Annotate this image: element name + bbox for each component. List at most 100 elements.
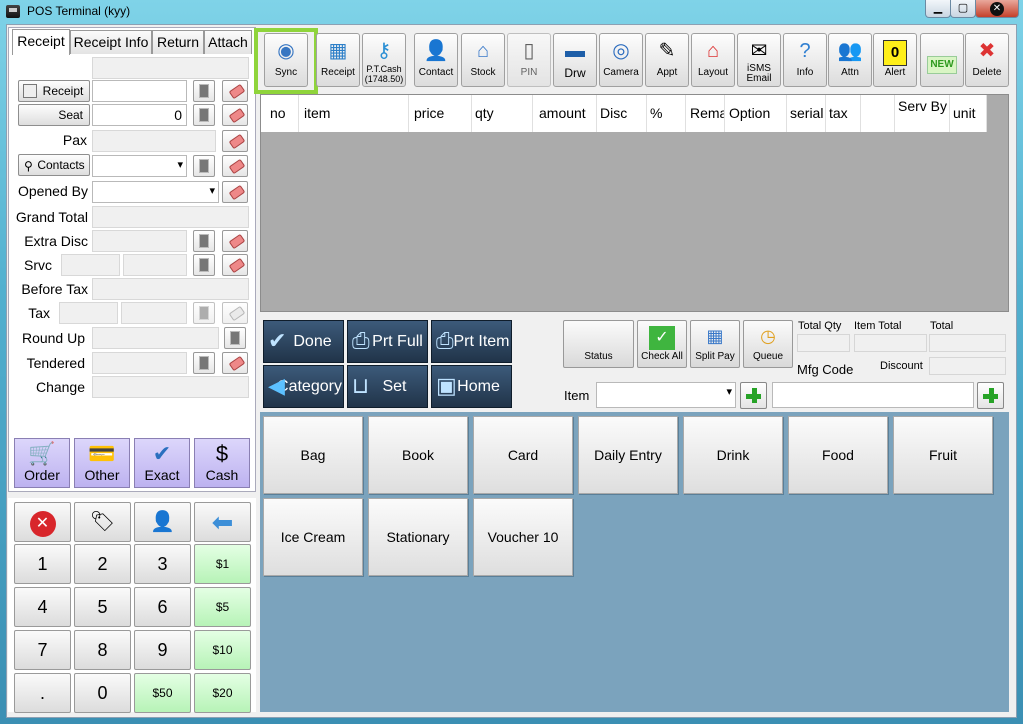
screen-icon[interactable] xyxy=(224,327,246,349)
pax-clear-button[interactable] xyxy=(222,130,248,152)
col-tax[interactable]: tax xyxy=(826,95,861,132)
contact-button[interactable]: 👤 Contact xyxy=(414,33,458,87)
category-button[interactable]: ◀ Category xyxy=(263,365,344,408)
seat-button[interactable]: Seat xyxy=(18,104,90,126)
sync-button[interactable]: ◉ Sync xyxy=(264,33,308,87)
category-card[interactable]: Card xyxy=(473,416,573,494)
exact-button[interactable]: ✔ Exact xyxy=(134,438,190,488)
contact-card-icon[interactable] xyxy=(193,155,215,177)
alert-button[interactable]: 0 Alert xyxy=(873,33,917,87)
receipt-search-button[interactable] xyxy=(193,80,215,102)
seat-stepper[interactable]: 0 xyxy=(92,104,187,126)
money-key-1[interactable]: $1 xyxy=(194,544,251,584)
status-button[interactable]: Status xyxy=(563,320,634,368)
col-item[interactable]: item xyxy=(299,95,409,132)
pin-button[interactable]: ▯ PIN xyxy=(507,33,551,87)
category-ice-cream[interactable]: Ice Cream xyxy=(263,498,363,576)
delete-button[interactable]: ✖ Delete xyxy=(965,33,1009,87)
item-dropdown[interactable] xyxy=(596,382,736,408)
camera-button[interactable]: ◎ Camera xyxy=(599,33,643,87)
extra-disc-clear-button[interactable] xyxy=(222,230,248,252)
col-serial[interactable]: serial xyxy=(787,95,826,132)
opened-by-dropdown[interactable] xyxy=(92,181,219,203)
tendered-clear-button[interactable] xyxy=(222,352,248,374)
tendered-field[interactable] xyxy=(92,352,187,374)
col-price[interactable]: price xyxy=(409,95,472,132)
key-dot[interactable]: . xyxy=(14,673,71,713)
col-disc[interactable]: Disc xyxy=(597,95,647,132)
col-blank[interactable] xyxy=(861,95,895,132)
col-unit[interactable]: unit xyxy=(950,95,987,132)
srvc-clear-button[interactable] xyxy=(222,254,248,276)
opened-by-clear-button[interactable] xyxy=(222,181,248,203)
print-full-button[interactable]: ⎙ Prt Full xyxy=(347,320,428,363)
seat-clear-button[interactable] xyxy=(222,104,248,126)
backspace-key[interactable]: ⬅ xyxy=(194,502,251,542)
pax-field[interactable] xyxy=(92,130,216,152)
stock-button[interactable]: ⌂ Stock xyxy=(461,33,505,87)
order-button[interactable]: 🛒 Order xyxy=(14,438,70,488)
add-item-button[interactable] xyxy=(740,382,767,409)
info-button[interactable]: ? Info xyxy=(783,33,827,87)
print-item-button[interactable]: ⎙ Prt Item xyxy=(431,320,512,363)
money-key-20[interactable]: $20 xyxy=(194,673,251,713)
key-4[interactable]: 4 xyxy=(14,587,71,627)
petty-cash-button[interactable]: ⚷ P.T.Cash (1748.50) xyxy=(362,33,406,87)
appointment-button[interactable]: ✎ Appt xyxy=(645,33,689,87)
key-7[interactable]: 7 xyxy=(14,630,71,670)
calculator-icon[interactable] xyxy=(193,352,215,374)
key-1[interactable]: 1 xyxy=(14,544,71,584)
contacts-button[interactable]: ⚲ Contacts xyxy=(18,154,90,176)
set-button[interactable]: ⊔ Set xyxy=(347,365,428,408)
category-daily-entry[interactable]: Daily Entry xyxy=(578,416,678,494)
tab-receipt[interactable]: Receipt xyxy=(12,29,70,55)
col-qty[interactable]: qty xyxy=(472,95,533,132)
category-stationary[interactable]: Stationary xyxy=(368,498,468,576)
key-0[interactable]: 0 xyxy=(74,673,131,713)
table-icon[interactable] xyxy=(193,104,215,126)
cancel-key[interactable]: ✕ xyxy=(14,502,71,542)
col-amount[interactable]: amount xyxy=(533,95,597,132)
col-serv-by[interactable]: Serv By xyxy=(895,95,950,132)
drawer-button[interactable]: ▬ Drw xyxy=(553,33,597,87)
calculator-icon[interactable] xyxy=(193,230,215,252)
price-tag-key[interactable]: 🏷 xyxy=(74,502,131,542)
key-5[interactable]: 5 xyxy=(74,587,131,627)
tab-attach[interactable]: Attach xyxy=(204,30,252,54)
close-button[interactable]: ✕ xyxy=(975,0,1019,18)
col-option[interactable]: Option xyxy=(725,95,787,132)
layout-button[interactable]: ⌂ Layout xyxy=(691,33,735,87)
check-all-button[interactable]: ✓ Check All xyxy=(637,320,687,368)
tab-return[interactable]: Return xyxy=(152,30,204,54)
receipt-input[interactable] xyxy=(92,80,187,102)
col-percent[interactable]: % xyxy=(647,95,686,132)
new-button[interactable]: NEW xyxy=(920,33,964,87)
isms-email-button[interactable]: ✉ iSMS Email xyxy=(737,33,781,87)
col-remark[interactable]: Remark xyxy=(686,95,725,132)
key-9[interactable]: 9 xyxy=(134,630,191,670)
staff-key[interactable]: 👤 xyxy=(134,502,191,542)
key-6[interactable]: 6 xyxy=(134,587,191,627)
key-3[interactable]: 3 xyxy=(134,544,191,584)
split-pay-button[interactable]: ▦ Split Pay xyxy=(690,320,740,368)
contacts-dropdown[interactable] xyxy=(92,155,187,177)
add-mfg-code-button[interactable] xyxy=(977,382,1004,409)
tab-receipt-info[interactable]: Receipt Info xyxy=(70,30,152,54)
receipt-toolbar-button[interactable]: ▦ Receipt xyxy=(316,33,360,87)
category-book[interactable]: Book xyxy=(368,416,468,494)
money-key-50[interactable]: $50 xyxy=(134,673,191,713)
cash-button[interactable]: $ Cash xyxy=(194,438,250,488)
money-key-5[interactable]: $5 xyxy=(194,587,251,627)
category-drink[interactable]: Drink xyxy=(683,416,783,494)
category-voucher-10[interactable]: Voucher 10 xyxy=(473,498,573,576)
contacts-clear-button[interactable] xyxy=(222,155,248,177)
key-2[interactable]: 2 xyxy=(74,544,131,584)
money-key-10[interactable]: $10 xyxy=(194,630,251,670)
extra-disc-field[interactable] xyxy=(92,230,187,252)
calculator-icon[interactable] xyxy=(193,254,215,276)
srvc-rate-field[interactable] xyxy=(61,254,120,276)
mfg-code-input[interactable] xyxy=(772,382,974,408)
queue-button[interactable]: ◷ Queue xyxy=(743,320,793,368)
category-fruit[interactable]: Fruit xyxy=(893,416,993,494)
col-no[interactable]: no xyxy=(261,95,299,132)
